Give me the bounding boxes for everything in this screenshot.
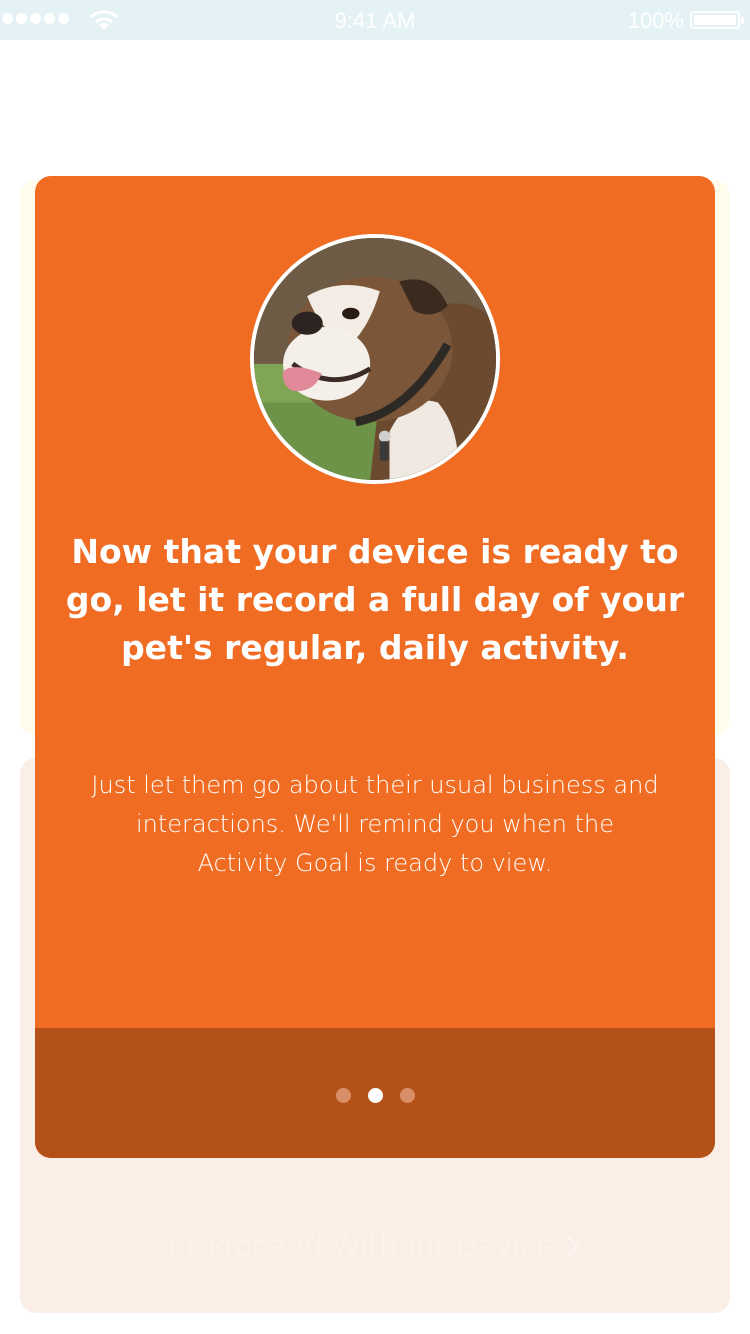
battery-percent: 100% (627, 8, 684, 33)
card-headline: Now that your device is ready to go, let… (65, 532, 685, 667)
page-dot-1[interactable] (335, 1088, 351, 1103)
chevron-right-icon (566, 1235, 580, 1257)
card-footer (35, 1028, 715, 1158)
onboarding-card[interactable]: Now that your device is ready to go, let… (35, 176, 715, 1158)
battery-icon (690, 11, 744, 29)
dog-photo (254, 238, 496, 480)
page-dot-3[interactable] (399, 1088, 415, 1103)
status-bar: 9:41 AM 100% (0, 0, 750, 40)
proceed-link-label: or Proceed Without Device (168, 1229, 554, 1263)
page-indicator[interactable] (35, 1088, 715, 1103)
card-body-text: Just let them go about their usual busin… (91, 771, 659, 877)
page-dot-2-active[interactable] (367, 1088, 383, 1103)
dog-photo-avatar (250, 234, 500, 484)
proceed-without-device-link[interactable]: or Proceed Without Device (20, 1222, 730, 1270)
